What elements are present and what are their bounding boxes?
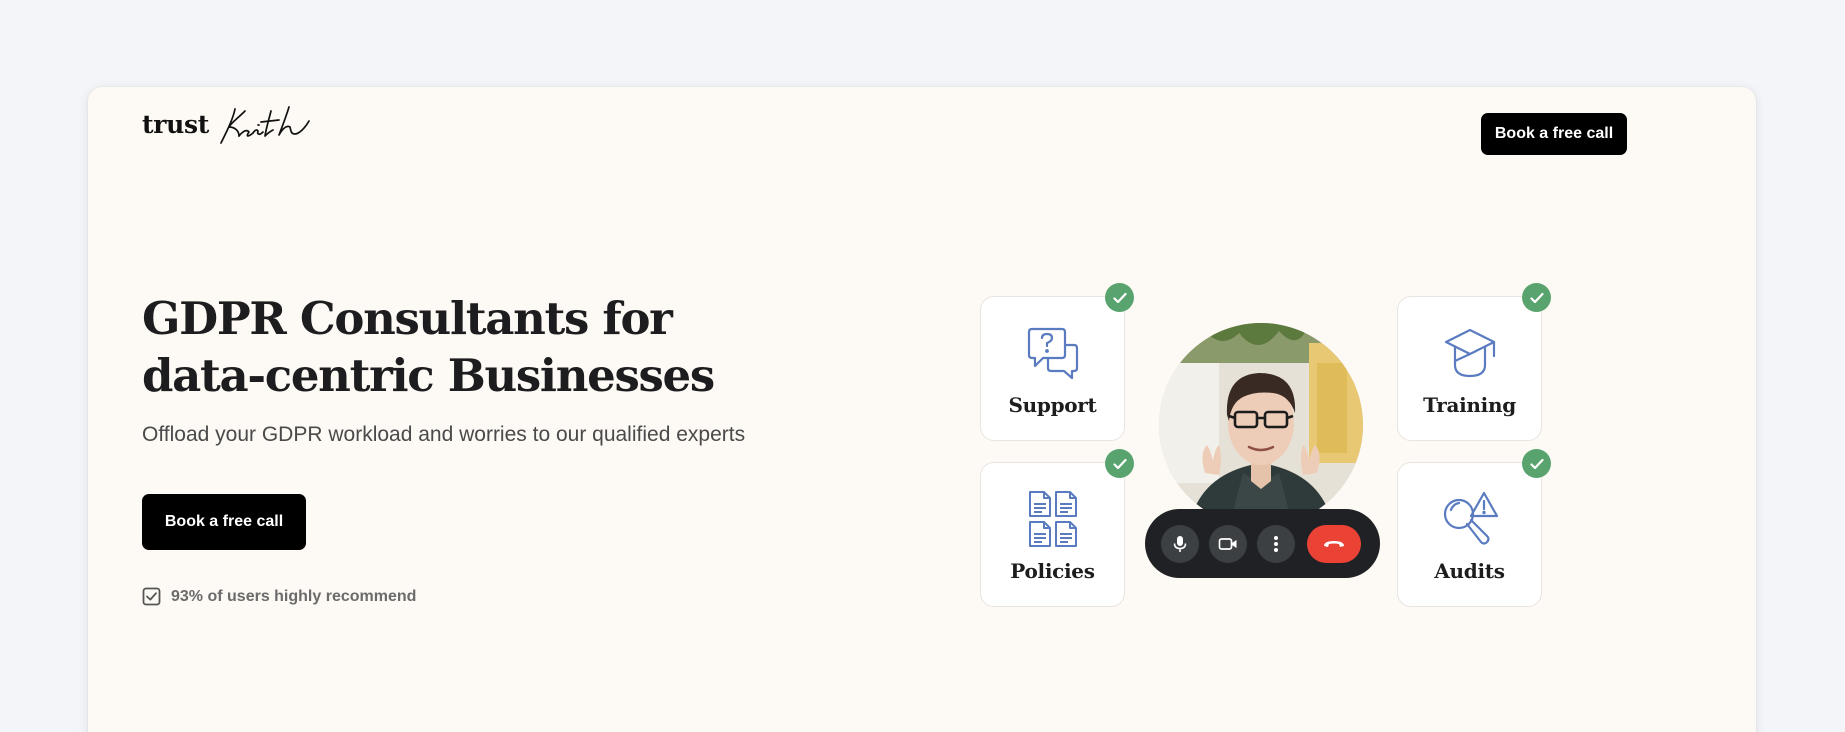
more-options-icon (1274, 535, 1278, 552)
service-card-audits[interactable]: Audits (1397, 462, 1542, 607)
call-controls-bar (1145, 509, 1380, 578)
consultant-video-feed (1159, 323, 1363, 527)
training-check-icon (1522, 283, 1551, 312)
rating-note: 93% of users highly recommend (142, 587, 416, 606)
hero-subtitle: Offload your GDPR workload and worries t… (142, 423, 746, 446)
service-label-policies: Policies (1010, 559, 1095, 583)
hero-book-call-button[interactable]: Book a free call (142, 494, 306, 550)
hero-section: trust Book a free call GDPR Consultants … (88, 87, 1756, 732)
hero-title-line-1: GDPR Consultants for (142, 292, 673, 345)
nav-book-call-button[interactable]: Book a free call (1481, 113, 1627, 155)
question-chat-icon (1025, 325, 1081, 381)
graduation-cap-icon (1443, 325, 1497, 381)
hang-up-button[interactable] (1307, 524, 1361, 563)
camera-icon (1218, 537, 1237, 550)
support-check-icon (1105, 283, 1134, 312)
hero-title: GDPR Consultants for data-centric Busine… (142, 290, 782, 404)
audits-check-icon (1522, 449, 1551, 478)
service-label-training: Training (1423, 393, 1516, 417)
hang-up-icon (1324, 540, 1344, 547)
logo-wordmark: trust (142, 110, 210, 139)
microphone-button[interactable] (1161, 524, 1199, 563)
rating-text: 93% of users highly recommend (171, 587, 417, 605)
magnifier-warning-icon (1441, 491, 1499, 547)
policies-check-icon (1105, 449, 1134, 478)
service-label-support: Support (1008, 393, 1097, 417)
hero-title-line-2: data-centric Businesses (142, 349, 715, 402)
camera-button[interactable] (1209, 524, 1247, 563)
service-label-audits: Audits (1434, 559, 1505, 583)
logo-script-keith (220, 106, 310, 144)
more-options-button[interactable] (1257, 524, 1295, 563)
consultant-photo (1159, 323, 1363, 527)
logo[interactable]: trust (142, 103, 317, 147)
documents-icon (1027, 491, 1079, 547)
checkbox-icon (142, 587, 161, 606)
microphone-icon (1173, 535, 1187, 552)
service-card-training[interactable]: Training (1397, 296, 1542, 441)
service-card-policies[interactable]: Policies (980, 462, 1125, 607)
service-card-support[interactable]: Support (980, 296, 1125, 441)
